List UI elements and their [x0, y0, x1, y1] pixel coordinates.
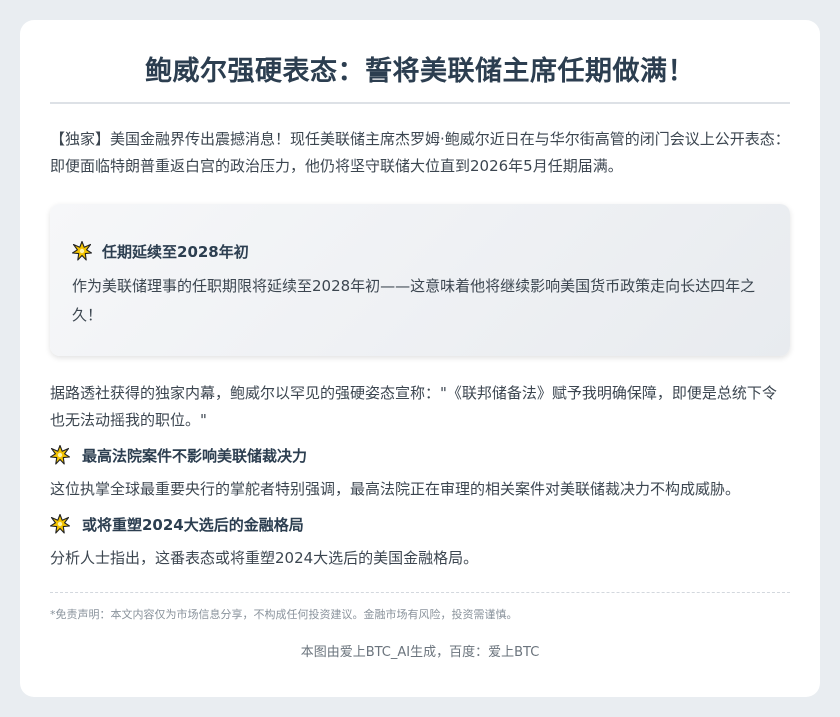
footer-divider [50, 592, 790, 593]
highlight-box: 任期延续至2028年初 作为美联储理事的任职期限将延续至2028年初——这意味着… [50, 204, 790, 356]
section-body: 这位执掌全球最重要央行的掌舵者特别强调，最高法院正在审理的相关案件对美联储裁决力… [50, 480, 741, 498]
burst-icon [50, 514, 70, 534]
article-card: 鲍威尔强硬表态：誓将美联储主席任期做满！ 【独家】美国金融界传出震撼消息！现任美… [20, 20, 820, 697]
quote-paragraph: 据路透社获得的独家内幕，鲍威尔以罕见的强硬姿态宣称："《联邦储备法》赋予我明确保… [50, 384, 777, 429]
section-body: 分析人士指出，这番表态或将重塑2024大选后的美国金融格局。 [50, 549, 479, 567]
lead-paragraph: 【独家】美国金融界传出震撼消息！现任美联储主席杰罗姆·鲍威尔近日在与华尔街高管的… [50, 130, 790, 175]
section-header-supreme-court: 最高法院案件不影响美联储裁决力 [50, 442, 790, 468]
highlight-header: 任期延续至2028年初 [72, 238, 768, 264]
highlight-body: 作为美联储理事的任职期限将延续至2028年初——这意味着他将继续影响美国货币政策… [72, 277, 756, 324]
disclaimer-text: *免责声明：本文内容仅为市场信息分享，不构成任何投资建议。金融市场有风险，投资需… [50, 608, 518, 621]
highlight-title: 任期延续至2028年初 [102, 242, 249, 261]
section-title: 最高法院案件不影响美联储裁决力 [82, 446, 308, 465]
title-divider [50, 102, 790, 104]
article-title: 鲍威尔强硬表态：誓将美联储主席任期做满！ [145, 56, 695, 87]
credit-text: 本图由爱上BTC_AI生成，百度：爱上BTC [300, 645, 540, 660]
burst-icon [50, 445, 70, 465]
section-header-financial-landscape: 或将重塑2024大选后的金融格局 [50, 511, 790, 537]
burst-icon [72, 241, 92, 261]
section-title: 或将重塑2024大选后的金融格局 [82, 515, 304, 534]
